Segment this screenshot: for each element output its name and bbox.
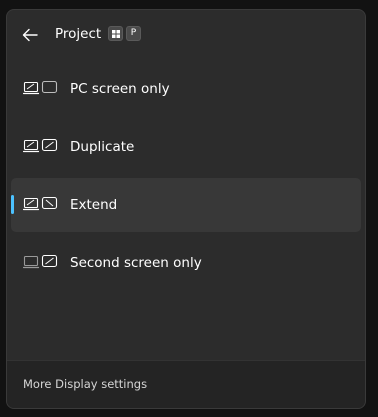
pc-screen-only-icon bbox=[23, 80, 58, 95]
option-label: Extend bbox=[70, 197, 118, 213]
option-pc-screen-only[interactable]: PC screen only bbox=[11, 62, 361, 116]
more-display-settings-link[interactable]: More Display settings bbox=[23, 376, 147, 392]
option-label: Duplicate bbox=[70, 139, 135, 155]
option-extend[interactable]: Extend bbox=[11, 178, 361, 232]
windows-logo-icon bbox=[112, 30, 120, 38]
flyout-header: Project P bbox=[7, 10, 365, 58]
second-screen-only-icon bbox=[23, 254, 58, 269]
project-flyout: Project P PC screen only Duplicate Exten… bbox=[6, 9, 366, 409]
extend-icon bbox=[23, 196, 58, 211]
windows-key-badge bbox=[108, 26, 123, 41]
option-label: Second screen only bbox=[70, 255, 202, 271]
back-button[interactable] bbox=[17, 22, 43, 48]
p-key-badge: P bbox=[126, 26, 141, 41]
flyout-title: Project bbox=[55, 26, 102, 42]
flyout-footer: More Display settings bbox=[7, 360, 365, 408]
option-second-screen-only[interactable]: Second screen only bbox=[11, 236, 361, 290]
option-duplicate[interactable]: Duplicate bbox=[11, 120, 361, 174]
back-arrow-icon bbox=[22, 28, 38, 42]
selection-indicator bbox=[11, 195, 14, 214]
duplicate-icon bbox=[23, 138, 58, 153]
option-label: PC screen only bbox=[70, 81, 170, 97]
